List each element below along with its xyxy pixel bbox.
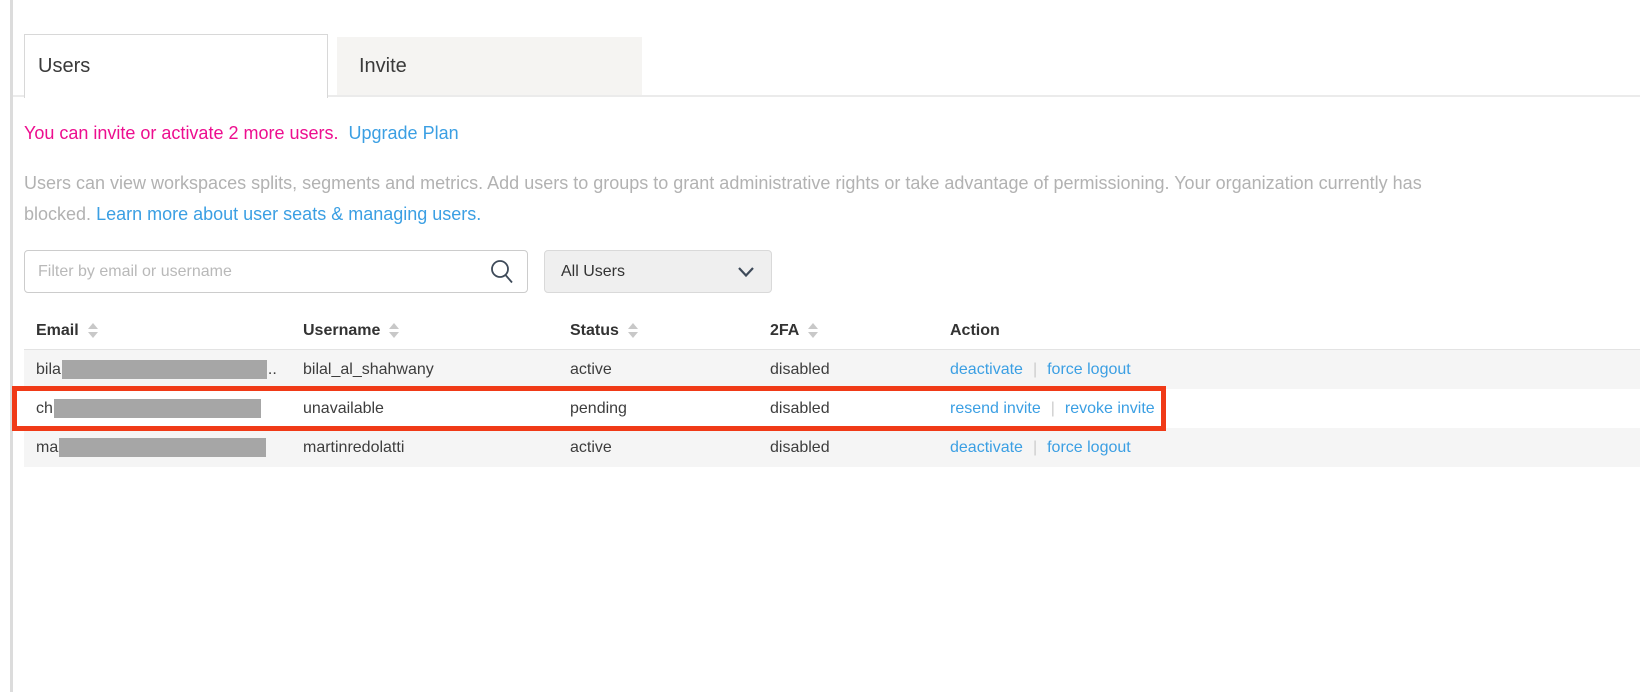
2fa-cell: disabled <box>770 400 950 418</box>
user-filter-dropdown-value: All Users <box>561 263 625 281</box>
sort-icon[interactable] <box>88 323 98 338</box>
username-cell: unavailable <box>303 400 570 418</box>
deactivate-link[interactable]: deactivate <box>950 439 1023 456</box>
redacted-email-box <box>54 399 261 418</box>
force-logout-link[interactable]: force logout <box>1047 361 1131 378</box>
username-cell: bilal_al_shahwany <box>303 361 570 379</box>
sort-icon[interactable] <box>628 323 638 338</box>
tab-users-label: Users <box>38 55 90 78</box>
email-cell: ma <box>36 438 303 458</box>
deactivate-link[interactable]: deactivate <box>950 361 1023 378</box>
column-header-status-label: Status <box>570 322 619 340</box>
column-header-2fa-label: 2FA <box>770 322 799 340</box>
status-cell: active <box>570 439 770 457</box>
status-cell: active <box>570 361 770 379</box>
email-cell: bila.. <box>36 360 303 380</box>
filter-input[interactable] <box>24 250 528 293</box>
column-header-action-label: Action <box>950 322 1000 340</box>
sort-icon[interactable] <box>808 323 818 338</box>
action-cell: resend invite | revoke invite <box>950 400 1640 418</box>
search-icon[interactable] <box>489 259 515 285</box>
filter-input-wrap <box>24 250 528 293</box>
action-separator: | <box>1033 361 1037 378</box>
column-header-username-label: Username <box>303 322 380 340</box>
table-header-row: Email Username Status 2FA Action <box>24 312 1640 350</box>
column-header-action: Action <box>950 322 1640 340</box>
action-separator: | <box>1051 400 1055 417</box>
quota-notice-text: You can invite or activate 2 more users. <box>24 123 339 143</box>
status-cell: pending <box>570 400 770 418</box>
email-prefix: bila <box>36 361 61 378</box>
intro-line1: Users can view workspaces splits, segmen… <box>24 168 1640 199</box>
column-header-2fa[interactable]: 2FA <box>770 322 950 340</box>
upgrade-plan-link[interactable]: Upgrade Plan <box>349 123 459 143</box>
action-cell: deactivate | force logout <box>950 361 1640 379</box>
force-logout-link[interactable]: force logout <box>1047 439 1131 456</box>
column-header-email[interactable]: Email <box>36 322 303 340</box>
email-prefix: ch <box>36 400 53 417</box>
tab-users[interactable]: Users <box>24 34 328 98</box>
email-suffix: .. <box>268 361 277 378</box>
users-table: Email Username Status 2FA Action bila.. … <box>24 312 1640 467</box>
learn-more-link[interactable]: Learn more about user seats & managing u… <box>96 204 481 224</box>
column-header-email-label: Email <box>36 322 79 340</box>
2fa-cell: disabled <box>770 439 950 457</box>
sort-icon[interactable] <box>389 323 399 338</box>
intro-line2: blocked. Learn more about user seats & m… <box>24 199 1640 230</box>
intro-paragraph: Users can view workspaces splits, segmen… <box>24 168 1640 230</box>
tab-invite[interactable]: Invite <box>337 37 642 95</box>
user-filter-dropdown[interactable]: All Users <box>544 250 772 293</box>
chevron-down-icon <box>737 266 755 278</box>
table-row: ch unavailable pending disabled resend i… <box>24 389 1640 428</box>
username-cell: martinredolatti <box>303 439 570 457</box>
redacted-email-box <box>62 360 267 379</box>
quota-notice: You can invite or activate 2 more users.… <box>24 123 459 144</box>
tab-invite-label: Invite <box>359 55 407 78</box>
page-left-divider <box>10 0 13 692</box>
column-header-username[interactable]: Username <box>303 322 570 340</box>
column-header-status[interactable]: Status <box>570 322 770 340</box>
action-cell: deactivate | force logout <box>950 439 1640 457</box>
2fa-cell: disabled <box>770 361 950 379</box>
resend-invite-link[interactable]: resend invite <box>950 400 1041 417</box>
intro-line2-text: blocked. <box>24 204 91 224</box>
email-cell: ch <box>36 399 303 419</box>
email-prefix: ma <box>36 439 58 456</box>
revoke-invite-link[interactable]: revoke invite <box>1065 400 1155 417</box>
redacted-email-box <box>59 438 266 457</box>
action-separator: | <box>1033 439 1037 456</box>
table-row: ma martinredolatti active disabled deact… <box>24 428 1640 467</box>
table-row: bila.. bilal_al_shahwany active disabled… <box>24 350 1640 389</box>
